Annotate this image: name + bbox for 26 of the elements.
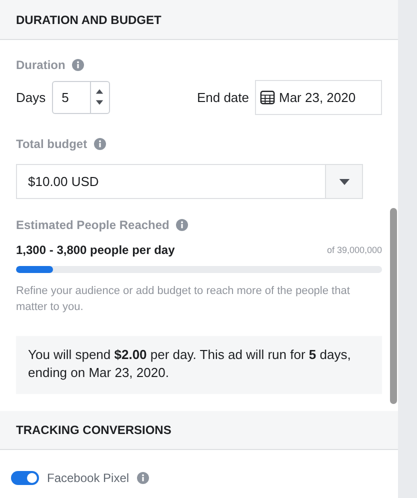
info-icon[interactable] bbox=[176, 219, 188, 231]
calendar-icon bbox=[260, 90, 275, 104]
pixel-toggle[interactable] bbox=[11, 471, 39, 485]
reach-label: Estimated People Reached bbox=[16, 218, 170, 232]
section-title: DURATION AND BUDGET bbox=[16, 12, 162, 26]
section-title: TRACKING CONVERSIONS bbox=[16, 423, 172, 437]
info-icon[interactable] bbox=[137, 472, 150, 484]
budget-label: Total budget bbox=[16, 137, 88, 151]
info-icon[interactable] bbox=[72, 59, 84, 71]
end-date-label: End date bbox=[196, 90, 249, 104]
dropdown-button[interactable] bbox=[326, 164, 363, 199]
down-arrow-icon[interactable] bbox=[95, 100, 104, 106]
days-label: Days bbox=[16, 90, 46, 104]
end-date-field[interactable]: Mar 23, 2020 bbox=[255, 80, 382, 114]
scrollbar[interactable] bbox=[390, 208, 397, 404]
reach-range: 1,300 - 3,800 people per day bbox=[16, 243, 175, 257]
caret-icon bbox=[338, 178, 350, 184]
info-icon[interactable] bbox=[94, 138, 106, 150]
pixel-label: Facebook Pixel bbox=[47, 471, 130, 485]
up-arrow-icon[interactable] bbox=[95, 88, 104, 94]
reach-total: of 39,000,000 bbox=[326, 245, 382, 255]
days-stepper[interactable]: 5 bbox=[52, 80, 110, 114]
duration-label: Duration bbox=[16, 58, 66, 72]
budget-field[interactable]: $10.00 USD bbox=[16, 164, 326, 199]
reach-hint: Refine your audience or add budget to reach more of the people that matter to you. bbox=[16, 284, 351, 315]
summary-text: You will spend $2.00 per day. This ad will run for 5 days, ending on Mar 23, 2020. bbox=[28, 347, 351, 380]
